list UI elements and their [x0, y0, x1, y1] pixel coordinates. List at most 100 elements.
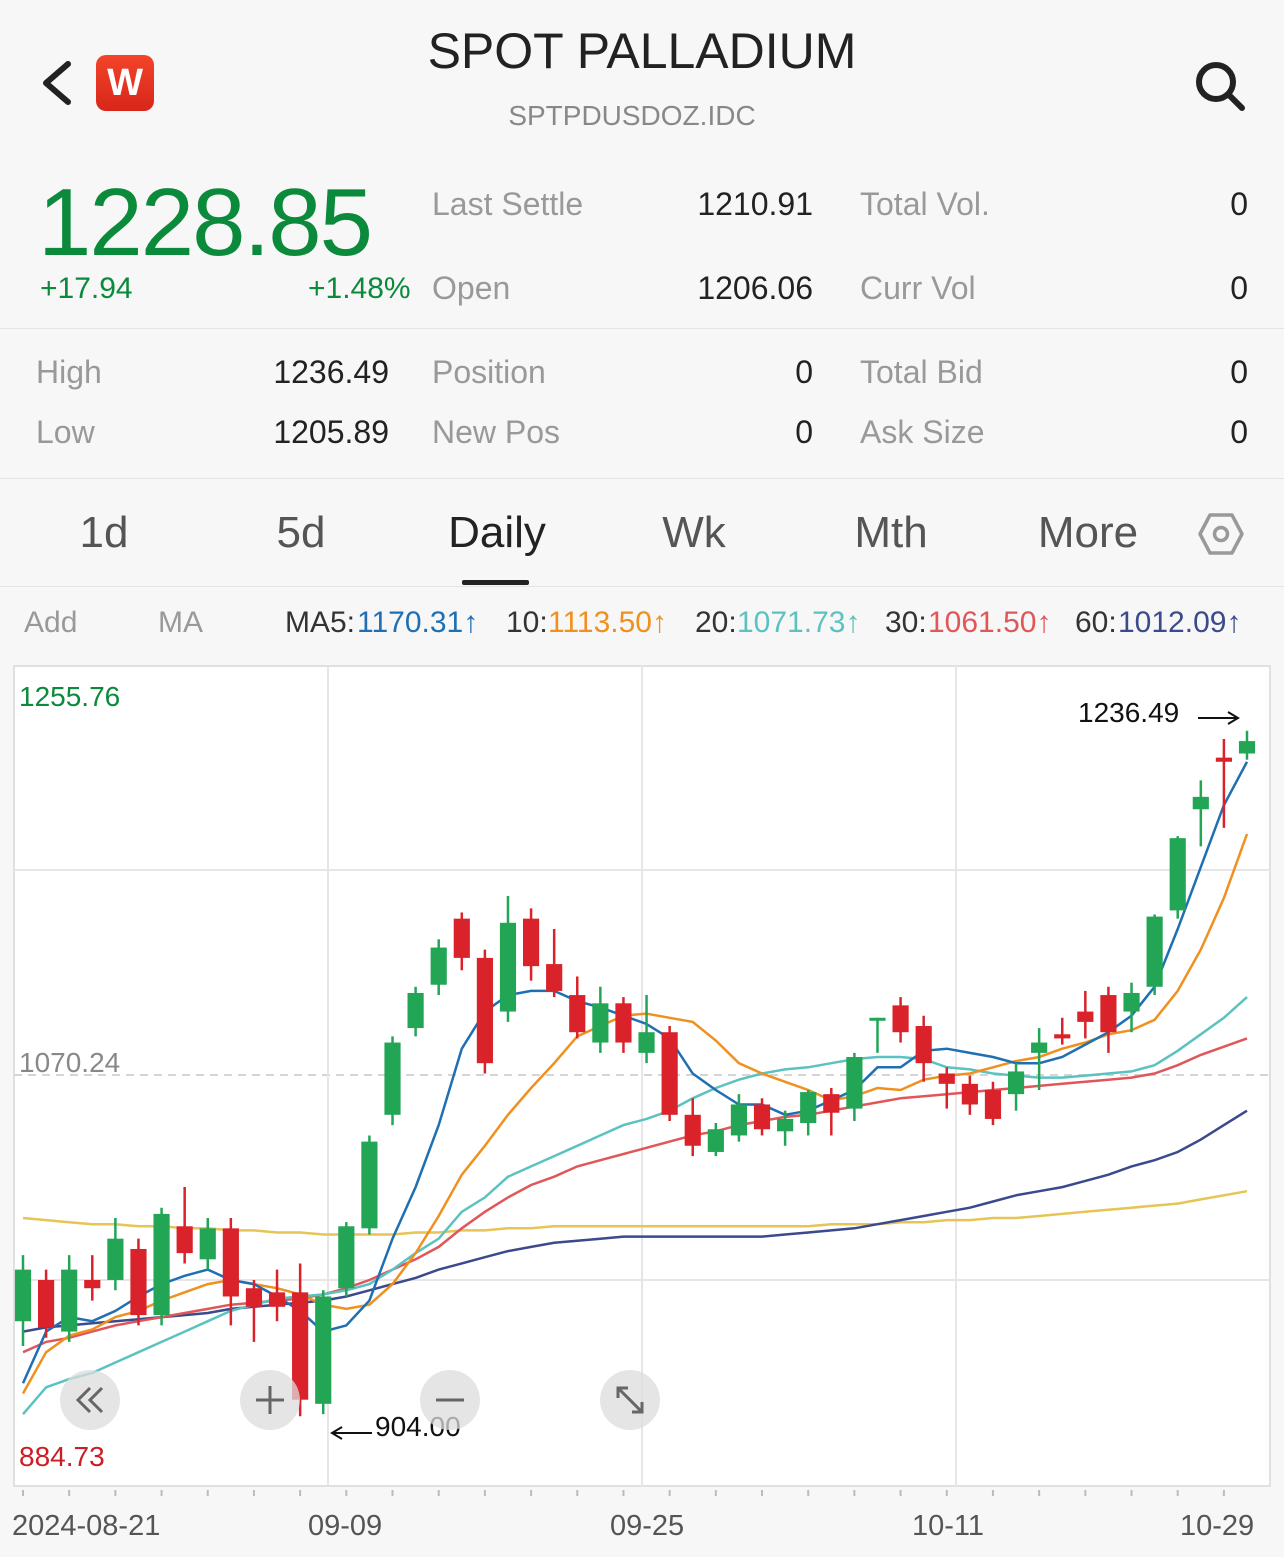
candle-body [823, 1094, 840, 1113]
ma60-label: 60: [1075, 606, 1117, 639]
fullscreen-button[interactable] [600, 1370, 660, 1430]
scroll-left-button[interactable] [60, 1370, 120, 1430]
new-pos-label: New Pos [432, 414, 561, 450]
candle [384, 1036, 401, 1126]
candle-body [107, 1238, 124, 1280]
minus-icon [436, 1398, 464, 1402]
candle-body [268, 1292, 286, 1307]
candle-body [430, 947, 447, 985]
ask-size-label: Ask Size [860, 414, 985, 450]
candle-body [361, 1141, 378, 1229]
y-min-label: 884.73 [19, 1441, 105, 1472]
candle-body [176, 1226, 193, 1254]
candle-body [546, 964, 563, 991]
candle-body [499, 922, 517, 1012]
ma5-value: 1170.31↑ [357, 606, 479, 639]
last-price: 1228.85 [38, 169, 373, 276]
candle-body [777, 1118, 794, 1132]
ma5-label: MA5: [285, 606, 356, 639]
candle-body [14, 1269, 32, 1322]
ma60-value: 1012.09↑ [1118, 606, 1242, 639]
x-label-end: 10-29 [1180, 1510, 1255, 1542]
candle-body [569, 995, 586, 1033]
candle-body [638, 1032, 655, 1053]
candle-body [130, 1248, 147, 1316]
candle-body [800, 1092, 817, 1124]
candle-body [846, 1056, 863, 1109]
candle-body [1007, 1071, 1025, 1095]
candle-body [1100, 995, 1117, 1033]
symbol-code: SPTPDUSDOZ.IDC [508, 100, 756, 131]
candle-body [384, 1042, 401, 1115]
y-mid-label: 1070.24 [19, 1047, 120, 1078]
tab-more[interactable]: More [1018, 508, 1158, 558]
candle-body [1215, 757, 1232, 762]
candle-body [961, 1083, 978, 1105]
price-change-pct: +1.48% [308, 272, 411, 305]
candle-body [984, 1090, 1002, 1119]
ma10-value: 1113.50↑ [548, 606, 667, 639]
chart-settings-icon[interactable] [1198, 512, 1244, 556]
tab-1d[interactable]: 1d [34, 508, 174, 558]
max-price-marker: 1236.49 [1078, 697, 1179, 728]
candle [661, 1026, 678, 1121]
ma20-label: 20: [695, 606, 737, 639]
candle-body [1054, 1034, 1071, 1039]
candle-body [869, 1017, 886, 1021]
search-icon[interactable] [1192, 58, 1248, 114]
candle [476, 949, 493, 1074]
low-value: 1205.89 [273, 414, 389, 450]
candle-body [938, 1073, 955, 1084]
candle-body [753, 1104, 771, 1130]
candle-body [453, 918, 470, 958]
divider [0, 328, 1284, 329]
x-label: 09-09 [308, 1510, 383, 1542]
candle-body [684, 1114, 701, 1146]
tab-weekly[interactable]: Wk [624, 508, 764, 558]
last-settle-label: Last Settle [432, 186, 584, 222]
ma-indicator-bar: Add MA MA5: 1170.31↑ 10: 1113.50↑ 20: 10… [0, 606, 1284, 646]
page-title: SPOT PALLADIUM [427, 23, 857, 79]
tab-5d[interactable]: 5d [231, 508, 371, 558]
candle-body [592, 1003, 609, 1043]
expand-icon [616, 1386, 644, 1414]
candle-body [315, 1296, 332, 1404]
candle-body [407, 992, 424, 1029]
zoom-in-button[interactable] [240, 1370, 300, 1430]
candle-body [38, 1279, 55, 1328]
ma-indicator-toggle[interactable]: MA [158, 606, 203, 640]
candle-body [615, 1003, 632, 1043]
candle-body [476, 957, 493, 1064]
high-label: High [36, 354, 102, 390]
candle [361, 1135, 378, 1235]
ma20-value: 1071.73↑ [737, 606, 861, 639]
curr-vol-label: Curr Vol [860, 270, 976, 306]
header: W SPOT PALLADIUM SPTPDUSDOZ.IDC [0, 0, 1284, 150]
x-label: 10-11 [912, 1510, 985, 1542]
active-tab-indicator [462, 580, 529, 585]
x-axis-ticks [22, 1490, 1225, 1496]
ask-size-value: 0 [1230, 414, 1248, 450]
candle-body [522, 918, 540, 967]
tab-daily[interactable]: Daily [427, 508, 567, 558]
add-indicator-button[interactable]: Add [24, 606, 77, 640]
candle-body [338, 1226, 355, 1289]
double-chevron-left-icon [75, 1386, 104, 1414]
low-label: Low [36, 414, 95, 450]
candle-body [1169, 838, 1186, 911]
candle-body [915, 1026, 932, 1064]
x-label: 09-25 [610, 1510, 685, 1542]
candle [315, 1290, 332, 1415]
tab-monthly[interactable]: Mth [821, 508, 961, 558]
price-change: +17.94 [40, 272, 133, 305]
candle-body [61, 1269, 78, 1332]
candle-body [1192, 796, 1209, 810]
candle-body [245, 1288, 263, 1307]
candle-body [153, 1213, 170, 1316]
zoom-out-button[interactable] [420, 1370, 480, 1430]
high-value: 1236.49 [273, 354, 389, 390]
curr-vol-value: 0 [1230, 270, 1248, 306]
candle-body [1077, 1011, 1094, 1022]
candle-body [661, 1032, 678, 1115]
ma30-value: 1061.50↑ [928, 606, 1052, 639]
